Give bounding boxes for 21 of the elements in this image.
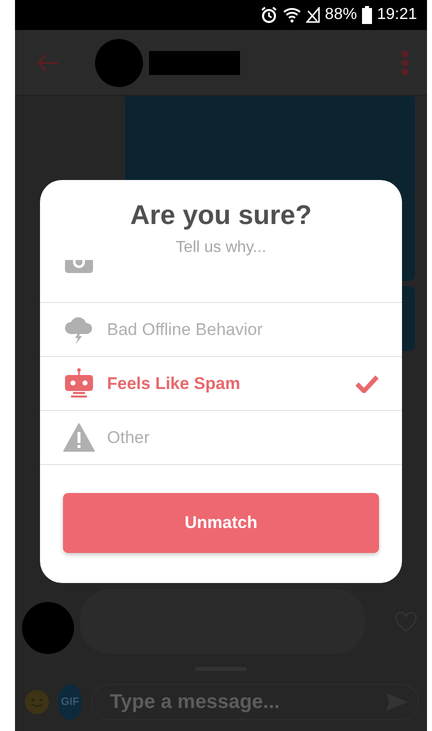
battery-percentage: 88% — [324, 6, 357, 24]
reason-option[interactable]: Other — [40, 411, 402, 465]
signal-icon — [306, 7, 320, 23]
avatar — [22, 602, 74, 654]
dialog-title: Are you sure? — [129, 199, 313, 232]
warning-icon — [63, 423, 95, 452]
reason-option[interactable]: Bad Offline Behavior — [40, 303, 402, 357]
battery-icon — [362, 6, 372, 24]
alarm-clock-icon — [260, 6, 278, 24]
dialog-subtitle: Tell us why... — [174, 238, 268, 258]
avatar[interactable] — [95, 38, 143, 86]
reason-option[interactable]: Feels Like Spam — [40, 357, 402, 411]
robot-icon — [63, 368, 95, 400]
storm-cloud-icon — [63, 314, 95, 344]
more-options-icon[interactable] — [401, 50, 409, 76]
unmatch-button[interactable]: Unmatch — [63, 493, 379, 553]
clock-time: 19:21 — [376, 6, 417, 24]
back-arrow-icon[interactable] — [37, 54, 59, 72]
checkmark-icon — [355, 374, 379, 393]
camera-icon — [63, 260, 95, 274]
wifi-icon — [282, 7, 301, 23]
